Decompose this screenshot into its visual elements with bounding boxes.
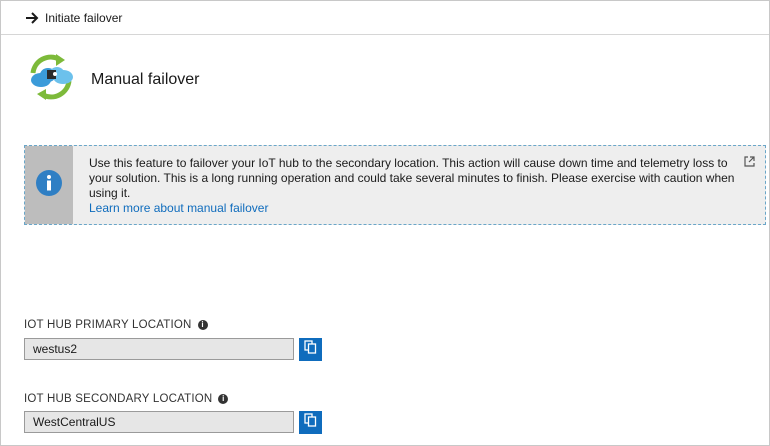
- secondary-location-label: IOT HUB SECONDARY LOCATION i: [24, 393, 229, 405]
- info-message: Use this feature to failover your IoT hu…: [89, 156, 739, 216]
- info-message-text: Use this feature to failover your IoT hu…: [89, 156, 735, 200]
- primary-location-field[interactable]: westus2: [24, 338, 294, 360]
- primary-info-icon[interactable]: i: [197, 320, 208, 330]
- command-bar: Initiate failover: [1, 1, 769, 35]
- initiate-failover-label: Initiate failover: [45, 10, 123, 25]
- copy-icon: [304, 340, 317, 359]
- external-link-icon[interactable]: [744, 154, 755, 172]
- secondary-location-field[interactable]: WestCentralUS: [24, 411, 294, 433]
- info-icon: [35, 169, 63, 202]
- copy-icon: [304, 413, 317, 432]
- page-header: Manual failover: [23, 53, 200, 106]
- failover-cloud-icon: [23, 53, 79, 106]
- info-banner: Use this feature to failover your IoT hu…: [24, 145, 766, 225]
- copy-secondary-button[interactable]: [299, 411, 322, 434]
- arrow-right-icon: [25, 11, 39, 24]
- info-banner-side: [25, 146, 73, 224]
- page-title: Manual failover: [91, 70, 200, 88]
- failover-panel: Initiate failover Manual failover Use th…: [0, 0, 770, 446]
- learn-more-link[interactable]: Learn more about manual failover: [89, 201, 268, 216]
- secondary-location-label-text: IOT HUB SECONDARY LOCATION: [24, 393, 213, 405]
- initiate-failover-button[interactable]: Initiate failover: [25, 11, 122, 25]
- secondary-info-icon[interactable]: i: [218, 394, 229, 404]
- copy-primary-button[interactable]: [299, 338, 322, 361]
- primary-location-label-text: IOT HUB PRIMARY LOCATION: [24, 319, 192, 331]
- primary-location-label: IOT HUB PRIMARY LOCATION i: [24, 319, 208, 331]
